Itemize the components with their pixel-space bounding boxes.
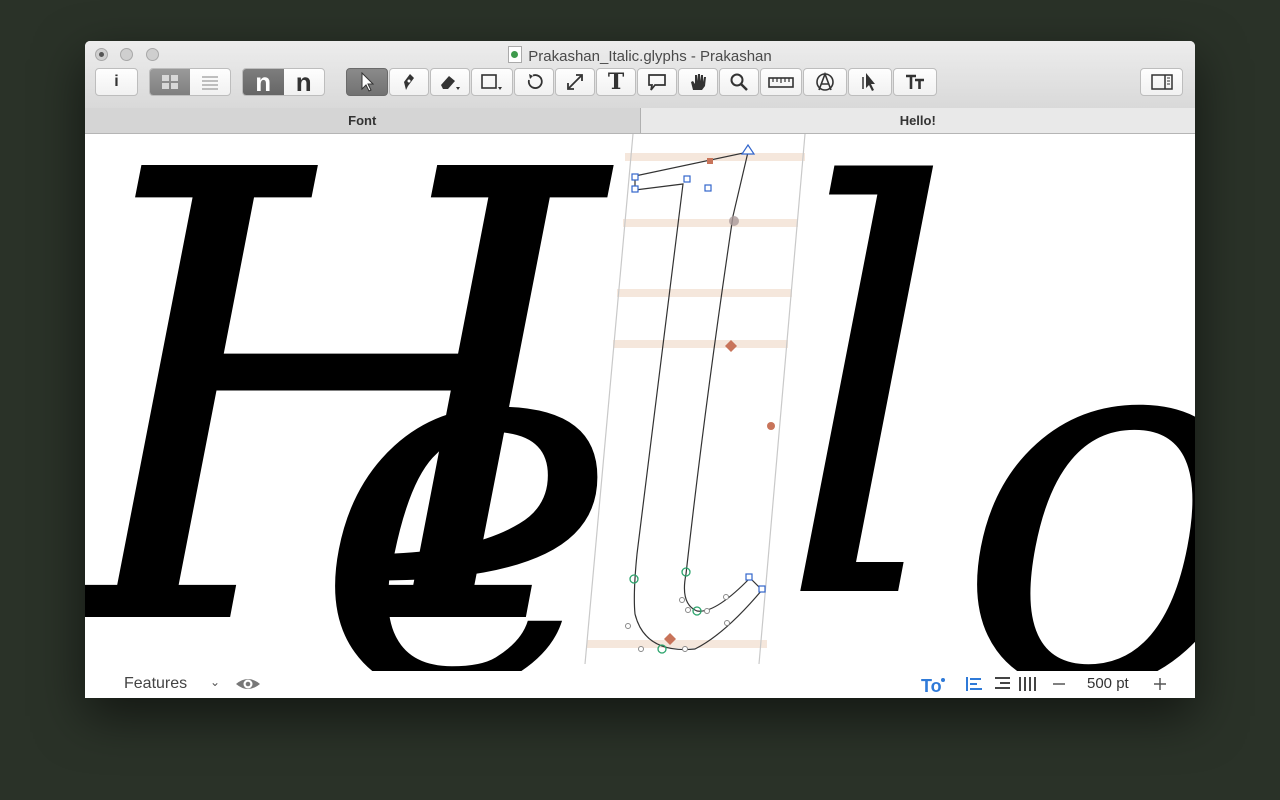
hand-icon: [691, 74, 706, 90]
view-mode-segment[interactable]: [149, 68, 231, 96]
scale-tool[interactable]: [555, 68, 595, 96]
text-direction-icon[interactable]: To: [920, 674, 946, 696]
pen-icon: [404, 74, 414, 90]
zoom-tool[interactable]: [719, 68, 759, 96]
glyph-o[interactable]: o: [955, 242, 1195, 671]
sidebar-toggle-button[interactable]: [1140, 68, 1183, 96]
hint-cursor-icon: [862, 73, 875, 91]
scale-arrows-icon: [567, 74, 583, 90]
text-tool[interactable]: T: [596, 68, 636, 96]
annotation-tool[interactable]: [637, 68, 677, 96]
titlebar: Prakashan_Italic.glyphs - Prakashan i n …: [85, 41, 1195, 109]
filled-n-label: n: [255, 68, 272, 96]
magnifier-icon: [730, 73, 748, 91]
outline-preview-button[interactable]: n: [284, 69, 325, 95]
rotate-icon: [527, 74, 543, 89]
document-icon: [508, 46, 523, 63]
text-icon: T: [607, 69, 625, 95]
sidebar-icon: [1150, 74, 1173, 90]
app-window: Prakashan_Italic.glyphs - Prakashan i n …: [85, 41, 1195, 698]
info-icon: i: [114, 73, 119, 90]
eye-icon[interactable]: [235, 674, 261, 694]
glyph-l[interactable]: l: [777, 134, 956, 671]
eraser-tool[interactable]: [430, 68, 470, 96]
shape-tool[interactable]: [471, 68, 513, 96]
anchors[interactable]: [664, 158, 775, 645]
ruler-icon: [768, 77, 794, 88]
text-size-icon: [906, 74, 924, 89]
edit-canvas[interactable]: H e l: [85, 134, 1195, 671]
info-button[interactable]: i: [95, 68, 138, 96]
features-menu[interactable]: Features: [124, 675, 187, 693]
tab-font[interactable]: Font: [85, 108, 641, 133]
document-tabs: Font Hello!: [85, 108, 1195, 134]
measurement-tool[interactable]: [760, 68, 802, 96]
rectangle-icon: [481, 74, 502, 90]
outline-n-label: n: [295, 68, 312, 96]
zoom-out-icon[interactable]: [1051, 674, 1067, 694]
hint-tool[interactable]: [848, 68, 892, 96]
window-title: Prakashan_Italic.glyphs - Prakashan: [528, 48, 772, 65]
eraser-icon: [441, 76, 460, 90]
select-tool[interactable]: [346, 68, 388, 96]
list-view-icon[interactable]: [190, 69, 230, 95]
draw-tool[interactable]: [389, 68, 429, 96]
status-bar: Features ⌄ To 500 pt: [85, 671, 1195, 698]
align-right-icon[interactable]: [992, 674, 1012, 694]
preview-mode-segment[interactable]: n n: [242, 68, 325, 96]
font-info-tool[interactable]: [893, 68, 937, 96]
chevron-down-icon[interactable]: ⌄: [210, 675, 220, 689]
grid-view-icon[interactable]: [150, 69, 190, 95]
arrow-cursor-icon: [361, 72, 375, 92]
on-curve-nodes[interactable]: [631, 143, 766, 593]
hand-tool[interactable]: [678, 68, 718, 96]
tab-hello[interactable]: Hello!: [640, 108, 1195, 133]
speech-bubble-icon: [648, 74, 666, 91]
filled-preview-button[interactable]: n: [243, 69, 284, 95]
align-left-icon[interactable]: [965, 674, 985, 694]
zoom-in-icon[interactable]: [1152, 674, 1168, 694]
svg-text:To: To: [921, 676, 942, 696]
metric-lines: [584, 134, 806, 665]
anchor-tool[interactable]: [803, 68, 847, 96]
window-title-container: Prakashan_Italic.glyphs - Prakashan: [85, 46, 1195, 65]
font-size-field[interactable]: 500 pt: [1087, 675, 1129, 692]
rotate-tool[interactable]: [514, 68, 554, 96]
align-justify-icon[interactable]: [1017, 674, 1037, 694]
anchor-icon: [816, 71, 834, 91]
